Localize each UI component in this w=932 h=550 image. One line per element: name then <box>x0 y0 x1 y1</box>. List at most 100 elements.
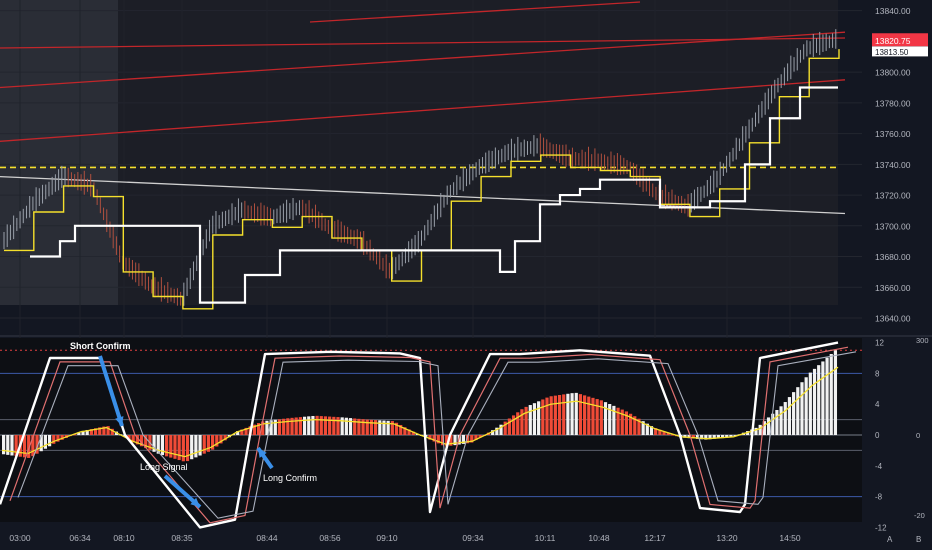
histogram-bar <box>524 406 528 435</box>
histogram-bar <box>545 397 549 435</box>
histogram-bar <box>553 395 557 435</box>
time-label: 10:11 <box>535 533 556 543</box>
auto-scale-button: A <box>887 535 893 544</box>
histogram-bar <box>190 435 194 460</box>
time-label: 08:10 <box>113 533 135 543</box>
corner-buttons[interactable]: AB <box>887 535 921 544</box>
histogram-bar <box>520 409 524 435</box>
histogram-bar <box>382 420 386 435</box>
histogram-bar <box>328 416 332 435</box>
histogram-bar <box>557 395 562 435</box>
histogram-bar <box>173 435 177 459</box>
histogram-bar <box>516 412 520 435</box>
histogram-bar <box>783 402 787 435</box>
histogram-bar <box>787 397 792 435</box>
histogram-bar <box>825 357 829 435</box>
histogram-bar <box>537 401 541 435</box>
time-label: 03:00 <box>9 533 31 543</box>
time-label: 12:17 <box>644 533 666 543</box>
histogram-bar <box>378 420 382 435</box>
histogram-bar <box>570 393 574 435</box>
time-label: 08:44 <box>256 533 278 543</box>
histogram-bar <box>808 372 812 435</box>
histogram-bar <box>792 392 796 435</box>
time-label: 08:56 <box>319 533 341 543</box>
histogram-bar <box>591 397 595 435</box>
histogram-bar <box>766 417 771 435</box>
trading-chart[interactable]: 13840.00 13800.00 13780.00 13760.00 13740.00… <box>0 0 932 550</box>
histogram-bar <box>177 435 181 461</box>
histogram-bar <box>829 354 833 435</box>
badge-button: B <box>916 535 921 544</box>
outer-scale-tick: 0 <box>916 431 920 440</box>
time-label: 06:34 <box>69 533 91 543</box>
histogram-bar <box>374 420 378 435</box>
histogram-bar <box>511 415 516 435</box>
histogram-bar <box>532 403 537 435</box>
price-scale[interactable]: 13840.00 13800.00 13780.00 13760.00 13740.00… <box>872 6 928 324</box>
histogram-bar <box>169 435 173 458</box>
histogram-bar <box>340 417 344 435</box>
oscillator-tick-label: -8 <box>875 493 883 502</box>
outer-scale-tick: 300 <box>916 336 929 345</box>
histogram-bar <box>311 415 315 435</box>
oscillator-pane[interactable] <box>0 338 862 529</box>
oscillator-pane-bg <box>0 338 862 522</box>
time-label: 09:34 <box>462 533 484 543</box>
histogram-bar <box>566 393 570 435</box>
histogram-bar <box>194 435 198 458</box>
price-tick-label: 13780.00 <box>875 98 911 108</box>
session-highlight-left <box>0 0 118 305</box>
second-price-label: 13813.50 <box>875 48 909 57</box>
histogram-bar <box>185 435 190 462</box>
histogram-bar <box>353 418 357 435</box>
last-price-label: 13820.75 <box>875 36 911 46</box>
oscillator-tick-label: -4 <box>875 462 883 471</box>
time-label: 09:10 <box>376 533 398 543</box>
histogram-bar <box>348 418 353 435</box>
histogram-bar <box>583 395 587 435</box>
oscillator-tick-label: 8 <box>875 369 880 378</box>
price-tick-label: 13680.00 <box>875 252 911 262</box>
price-tick-label: 13720.00 <box>875 191 911 201</box>
histogram-bar <box>336 417 340 435</box>
histogram-bar <box>369 419 374 435</box>
histogram-bar <box>599 400 603 435</box>
price-tick-label: 13640.00 <box>875 314 911 324</box>
histogram-bar <box>332 416 336 435</box>
time-label: 10:48 <box>588 533 610 543</box>
histogram-bar <box>804 377 808 435</box>
oscillator-tick-label: 4 <box>875 400 880 409</box>
histogram-bar <box>817 365 821 435</box>
histogram-bar <box>202 435 206 454</box>
histogram-bar <box>307 416 311 435</box>
histogram-bar <box>181 435 185 462</box>
histogram-bar <box>758 424 762 435</box>
time-axis[interactable]: 03:00 06:34 08:10 08:35 08:44 08:56 09:10 09:34… <box>9 533 801 543</box>
oscillator-tick-label: -12 <box>875 523 887 532</box>
histogram-bar <box>6 435 10 455</box>
histogram-bar <box>298 417 302 435</box>
short-confirm-label: Short Confirm <box>70 341 131 351</box>
histogram-bar <box>800 382 804 435</box>
price-tick-label: 13660.00 <box>875 283 911 293</box>
histogram-bar <box>562 394 566 435</box>
histogram-bar <box>812 368 817 435</box>
histogram-bar <box>198 435 202 456</box>
long-confirm-label: Long Confirm <box>263 473 317 483</box>
histogram-bar <box>365 419 369 435</box>
price-tick-label: 13760.00 <box>875 129 911 139</box>
histogram-bar <box>290 417 294 435</box>
oscillator-scale[interactable]: 12 8 4 0 -4 -8 -12 300 0 -20 <box>875 336 929 532</box>
histogram-bar <box>549 396 553 435</box>
time-label: 14:50 <box>779 533 801 543</box>
histogram-bar <box>10 435 14 456</box>
histogram-bar <box>344 417 348 435</box>
histogram-bar <box>833 350 838 435</box>
histogram-bar <box>796 387 800 435</box>
histogram-bar <box>286 418 290 435</box>
price-tick-label: 13800.00 <box>875 68 911 78</box>
time-label: 13:20 <box>716 533 738 543</box>
price-tick-label: 13840.00 <box>875 6 911 16</box>
histogram-bar <box>595 399 599 435</box>
